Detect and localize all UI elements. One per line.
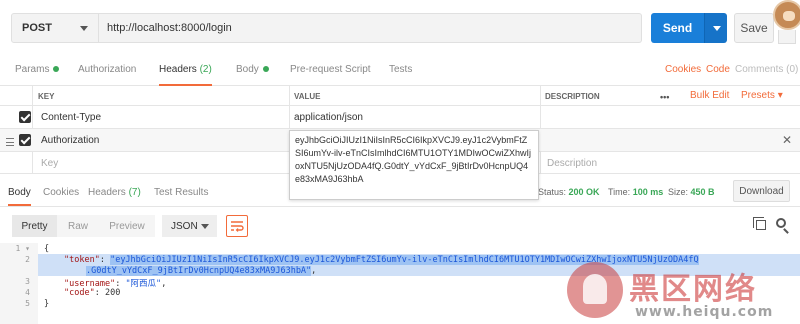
status-dot-icon (262, 66, 269, 73)
tab-count: (2) (199, 64, 212, 75)
raw-button[interactable]: Raw (57, 215, 99, 237)
format-label: JSON (171, 220, 198, 232)
value-tooltip: eyJhbGciOiJIUzI1NiIsInR5cCI6IkpXVCJ9.eyJ… (289, 130, 539, 200)
tab-response-headers[interactable]: Headers (7) (88, 187, 141, 198)
presets-dropdown[interactable]: Presets ▾ (741, 90, 783, 101)
time-readout: Time: 100 ms (608, 187, 663, 197)
column-header-description: DESCRIPTION (545, 92, 600, 101)
tab-headers[interactable]: Headers (2) (159, 64, 212, 86)
request-tabs: Params Authorization Headers (2) Body Pr… (0, 58, 800, 86)
more-options-icon[interactable]: ••• (660, 92, 669, 102)
header-key[interactable]: Content-Type (41, 112, 101, 123)
status-label: Status: (538, 187, 567, 197)
watermark: 黑区网络 www.heiqu.com (565, 262, 800, 324)
size-readout: Size: 450 B (668, 187, 715, 197)
code-line: } (44, 299, 50, 309)
json-string: .G0dtY_vYdCxF_9jBtIrDv0HcnpUQ4e83xMA9J63… (86, 266, 312, 276)
header-value[interactable]: application/json (294, 112, 363, 123)
row-checkbox[interactable] (19, 134, 31, 146)
watermark-url: www.heiqu.com (635, 304, 774, 320)
chevron-down-icon (80, 26, 88, 31)
column-header-value: VALUE (294, 92, 321, 101)
tab-test-results[interactable]: Test Results (154, 187, 208, 198)
size-label: Size: (668, 187, 689, 197)
method-select[interactable]: POST (11, 13, 99, 43)
close-icon[interactable]: ✕ (782, 133, 792, 147)
status-dot-icon (53, 66, 60, 73)
url-input[interactable]: http://localhost:8000/login (99, 13, 642, 43)
line-number: 5 (25, 299, 30, 308)
method-label: POST (22, 22, 52, 34)
save-button[interactable]: Save (734, 13, 774, 43)
tab-label: Headers (159, 64, 197, 75)
tab-label: Headers (88, 187, 126, 198)
status-value: 200 OK (568, 187, 600, 197)
comments-link[interactable]: Comments (0) (735, 64, 798, 75)
avatar[interactable] (773, 0, 800, 30)
pretty-button[interactable]: Pretty (12, 215, 57, 237)
line-number: 4 (25, 288, 30, 297)
wrap-lines-button[interactable] (226, 215, 248, 237)
code-link[interactable]: Code (706, 64, 730, 75)
line-number: 1 ▾ (15, 244, 30, 253)
tab-label: Params (15, 64, 50, 75)
send-options-button[interactable] (704, 13, 727, 43)
tab-response-body[interactable]: Body (8, 187, 31, 206)
row-checkbox[interactable] (19, 111, 31, 123)
json-string: "阿西瓜" (125, 279, 162, 289)
key-input[interactable]: Key (41, 158, 58, 169)
column-header-key: KEY (38, 92, 55, 101)
request-bar: POST http://localhost:8000/login Send Sa… (0, 0, 800, 58)
time-label: Time: (608, 187, 631, 197)
presets-label: Presets (741, 90, 775, 101)
search-icon[interactable] (776, 218, 786, 228)
description-input[interactable]: Description (547, 158, 597, 169)
code-line: .G0dtY_vYdCxF_9jBtIrDv0HcnpUQ4e83xMA9J63… (86, 266, 317, 276)
bulk-edit-link[interactable]: Bulk Edit (690, 90, 729, 101)
json-key: "token" (64, 255, 100, 265)
tab-authorization[interactable]: Authorization (78, 64, 136, 84)
drag-handle-icon[interactable] (6, 138, 14, 146)
send-button[interactable]: Send (651, 13, 704, 43)
code-line: "code": 200 (64, 288, 121, 298)
save-options-button[interactable] (778, 30, 796, 44)
tab-response-cookies[interactable]: Cookies (43, 187, 79, 198)
table-row: Content-Type application/json (0, 106, 800, 129)
chevron-down-icon (201, 224, 209, 229)
line-number: 2 (25, 255, 30, 264)
watermark-text: 黑区网络 (629, 272, 757, 307)
json-key: "code" (64, 288, 95, 298)
download-button[interactable]: Download (733, 180, 790, 202)
tab-tests[interactable]: Tests (389, 64, 412, 84)
tab-prerequest-script[interactable]: Pre-request Script (290, 64, 371, 84)
chevron-down-icon (713, 26, 721, 31)
status-readout: Status: 200 OK (538, 187, 600, 197)
header-key[interactable]: Authorization (41, 135, 99, 146)
line-number: 3 (25, 277, 30, 286)
format-select[interactable]: JSON (162, 215, 217, 237)
tab-count: (7) (128, 187, 141, 198)
cookies-link[interactable]: Cookies (665, 64, 701, 75)
tab-label: Body (236, 64, 259, 75)
tab-params[interactable]: Params (15, 64, 60, 84)
table-header-row: KEY VALUE DESCRIPTION ••• Bulk Edit Pres… (0, 86, 800, 106)
time-value: 100 ms (632, 187, 664, 197)
code-line: { (44, 244, 50, 254)
wrap-icon (231, 221, 244, 232)
size-value: 450 B (690, 187, 715, 197)
preview-button[interactable]: Preview (99, 215, 155, 237)
copy-icon[interactable] (753, 217, 766, 230)
chevron-down-icon: ▾ (777, 90, 783, 101)
tab-body[interactable]: Body (236, 64, 269, 84)
response-toolbar: Pretty Raw Preview JSON (0, 207, 800, 243)
watermark-logo-icon (567, 262, 623, 318)
json-number: 200 (104, 288, 121, 298)
